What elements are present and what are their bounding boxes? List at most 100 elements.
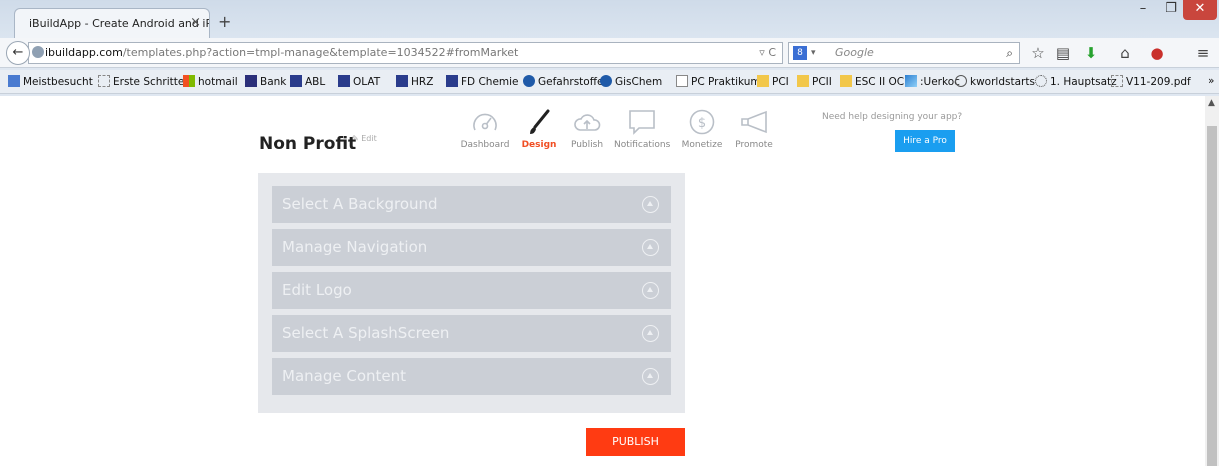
nav-dashboard[interactable]: Dashboard [460, 108, 510, 150]
bookmark-item[interactable]: V11-209.pdf [1111, 75, 1191, 88]
nav-publish[interactable]: Publish [567, 108, 607, 150]
university-icon [338, 75, 350, 87]
search-engine-icon[interactable]: 8 [793, 46, 807, 60]
chevron-up-circle-icon[interactable] [642, 196, 659, 213]
doc-icon [676, 75, 688, 87]
university-icon [446, 75, 458, 87]
bookmark-folder-icon [8, 75, 20, 87]
nav-design[interactable]: Design [519, 108, 559, 150]
menu-icon[interactable]: ≡ [1192, 44, 1214, 62]
hire-a-pro-button[interactable]: Hire a Pro [895, 130, 955, 152]
page-icon [1111, 75, 1123, 87]
bookmark-item[interactable]: ABL [290, 75, 325, 88]
scroll-up-icon[interactable]: ▲ [1208, 98, 1215, 108]
search-placeholder: Google [835, 46, 874, 59]
bookmark-item[interactable]: PCI [757, 75, 789, 88]
bird-icon [523, 75, 535, 87]
edit-title-link[interactable]: ✎ Edit [352, 134, 377, 143]
bookmarks-overflow[interactable]: » [1208, 75, 1214, 87]
scrollbar[interactable]: ▲ [1205, 96, 1219, 466]
wordpress-icon [955, 75, 967, 87]
megaphone-icon [741, 110, 767, 134]
tab-bar: iBuildApp - Create Android and iP... × +… [0, 0, 1219, 38]
site-identity-icon[interactable] [32, 46, 44, 58]
chevron-up-circle-icon[interactable] [642, 239, 659, 256]
bookmark-item[interactable]: kworldstarts [955, 75, 1035, 88]
search-input[interactable]: 8 ▾ Google ⌕ [788, 42, 1020, 64]
bank-icon [245, 75, 257, 87]
tab-close-icon[interactable]: × [190, 15, 201, 30]
nav-label: Design [521, 140, 557, 150]
help-text: Need help designing your app? [822, 112, 963, 122]
maximize-button[interactable]: ❐ [1158, 0, 1184, 20]
chat-bubble-icon [629, 110, 655, 135]
url-path: /templates.php?action=tmpl-manage&templa… [122, 46, 519, 59]
minimize-button[interactable]: – [1130, 0, 1156, 20]
bookmarks-toolbar: Meistbesucht Erste Schritte hotmail Bank… [0, 70, 1219, 94]
close-window-button[interactable]: ✕ [1183, 0, 1217, 20]
bookmark-item[interactable]: 1. Hauptsatz [1035, 75, 1117, 88]
tab-title: iBuildApp - Create Android and iP... [29, 17, 210, 30]
design-option-label: Manage Content [282, 367, 407, 385]
dashboard-icon [473, 113, 497, 131]
folder-icon [840, 75, 852, 87]
bookmark-item[interactable]: hotmail [183, 75, 238, 88]
design-option-navigation[interactable]: Manage Navigation [272, 229, 671, 266]
scroll-thumb[interactable] [1207, 126, 1217, 466]
bookmark-item[interactable]: Gefahrstoffe [523, 75, 603, 88]
download-icon[interactable]: ⬇ [1080, 44, 1102, 62]
nav-label: Publish [570, 140, 604, 150]
svg-text:$: $ [698, 116, 706, 131]
chevron-down-icon[interactable]: ▾ [811, 43, 816, 63]
chevron-up-circle-icon[interactable] [642, 368, 659, 385]
design-option-content[interactable]: Manage Content [272, 358, 671, 395]
design-option-label: Select A Background [282, 195, 438, 213]
nav-monetize[interactable]: $ Monetize [680, 108, 724, 150]
cloud-upload-icon [574, 114, 601, 131]
bookmark-item[interactable]: Bank [245, 75, 286, 88]
dollar-icon: $ [689, 109, 715, 135]
design-option-background[interactable]: Select A Background [272, 186, 671, 223]
reload-icon[interactable]: ▿ C [759, 43, 776, 63]
bookmark-item[interactable]: :Uerkoc [905, 75, 960, 88]
bookmark-item[interactable]: ESC II OC [840, 75, 904, 88]
bookmark-item[interactable]: GisChem [600, 75, 662, 88]
browser-chrome: iBuildApp - Create Android and iP... × +… [0, 0, 1219, 96]
bookmark-item[interactable]: FD Chemie [446, 75, 519, 88]
new-tab-button[interactable]: + [218, 12, 231, 31]
adblock-icon[interactable]: ● [1146, 44, 1168, 62]
bird-icon [600, 75, 612, 87]
bookmark-item[interactable]: OLAT [338, 75, 380, 88]
bookmark-item[interactable]: Meistbesucht [8, 75, 93, 88]
browser-tab[interactable]: iBuildApp - Create Android and iP... × [14, 8, 210, 38]
bookmark-item[interactable]: Erste Schritte [98, 75, 184, 88]
folder-icon [757, 75, 769, 87]
university-icon [290, 75, 302, 87]
chevron-up-circle-icon[interactable] [642, 282, 659, 299]
design-option-splashscreen[interactable]: Select A SplashScreen [272, 315, 671, 352]
university-icon [396, 75, 408, 87]
nav-label: Notifications [614, 140, 671, 150]
brush-icon [530, 109, 550, 134]
bookmark-star-icon[interactable]: ☆ [1027, 44, 1049, 62]
bookmarks-list-icon[interactable]: ▤ [1052, 44, 1074, 62]
page-icon [98, 75, 110, 87]
design-option-logo[interactable]: Edit Logo [272, 272, 671, 309]
bookmark-item[interactable]: PCII [797, 75, 832, 88]
publish-button[interactable]: PUBLISH [586, 428, 685, 456]
url-host: ibuildapp.com [45, 46, 123, 59]
url-bar[interactable]: ibuildapp.com/templates.php?action=tmpl-… [28, 42, 783, 64]
back-button[interactable]: ← [6, 41, 30, 65]
home-icon[interactable]: ⌂ [1114, 44, 1136, 62]
folder-icon [797, 75, 809, 87]
design-option-label: Manage Navigation [282, 238, 428, 256]
design-option-label: Edit Logo [282, 281, 352, 299]
nav-promote[interactable]: Promote [732, 108, 776, 150]
search-icon[interactable]: ⌕ [1006, 43, 1013, 63]
nav-notifications[interactable]: Notifications [614, 108, 670, 150]
nav-label: Monetize [681, 140, 723, 150]
nav-label: Dashboard [460, 140, 510, 150]
chevron-up-circle-icon[interactable] [642, 325, 659, 342]
bookmark-item[interactable]: HRZ [396, 75, 433, 88]
bookmark-item[interactable]: PC Praktikum [676, 75, 761, 88]
